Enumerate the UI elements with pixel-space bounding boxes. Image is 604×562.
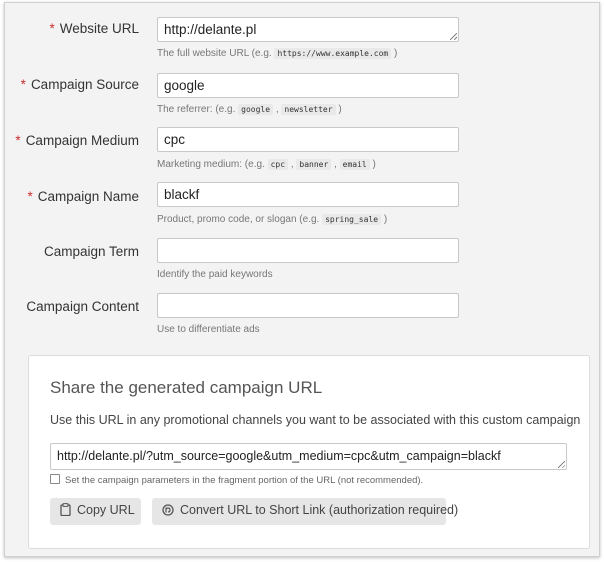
resize-handle-icon[interactable] — [450, 33, 457, 40]
website-url-input[interactable]: http://delante.pl — [157, 17, 459, 42]
field-help: The referrer: (e.g. google , newsletter … — [157, 104, 342, 115]
example-code: https://www.example.com — [274, 48, 392, 59]
field-label: Campaign Term — [43, 244, 139, 259]
share-description: Use this URL in any promotional channels… — [50, 413, 581, 427]
field-help: Product, promo code, or slogan (e.g. spr… — [157, 214, 388, 225]
example-code: google — [238, 104, 274, 115]
generated-url-field[interactable]: http://delante.pl/?utm_source=google&utm… — [50, 443, 567, 470]
share-panel: Share the generated campaign URL Use thi… — [28, 355, 590, 549]
field-label: * Website URL — [49, 21, 139, 36]
required-marker: * — [15, 133, 21, 148]
field-help: Identify the paid keywords — [157, 269, 273, 280]
example-code: spring_sale — [322, 214, 382, 225]
field-help: The full website URL (e.g. https://www.e… — [157, 48, 398, 59]
campaign-term-input[interactable] — [157, 238, 459, 263]
campaign-content-input[interactable] — [157, 293, 459, 318]
example-code: email — [339, 159, 370, 170]
resize-handle-icon[interactable] — [558, 461, 565, 468]
field-label: * Campaign Source — [20, 77, 139, 92]
required-marker: * — [27, 189, 33, 204]
campaign-name-input[interactable]: blackf — [157, 182, 459, 207]
convert-short-link-button[interactable]: Convert URL to Short Link (authorization… — [152, 498, 458, 525]
fragment-checkbox-label: Set the campaign parameters in the fragm… — [65, 475, 424, 486]
field-help: Marketing medium: (e.g. cpc , banner , e… — [157, 159, 376, 170]
field-label: Campaign Content — [26, 299, 139, 314]
campaign-medium-input[interactable]: cpc — [157, 127, 459, 152]
example-code: banner — [296, 159, 332, 170]
field-help: Use to differentiate ads — [157, 324, 260, 335]
link-icon — [162, 504, 174, 519]
field-label: * Campaign Name — [27, 189, 139, 204]
clipboard-icon — [60, 503, 71, 519]
campaign-source-input[interactable]: google — [157, 73, 459, 98]
required-marker: * — [20, 77, 26, 92]
campaign-url-builder: * Website URL http://delante.pl The full … — [4, 2, 600, 557]
copy-url-button[interactable]: Copy URL — [50, 498, 141, 525]
field-label: * Campaign Medium — [15, 133, 139, 148]
share-title: Share the generated campaign URL — [50, 378, 323, 397]
example-code: newsletter — [281, 104, 336, 115]
fragment-checkbox[interactable] — [50, 474, 60, 484]
example-code: cpc — [267, 159, 289, 170]
fragment-option[interactable]: Set the campaign parameters in the fragm… — [50, 474, 423, 486]
required-marker: * — [49, 21, 55, 36]
